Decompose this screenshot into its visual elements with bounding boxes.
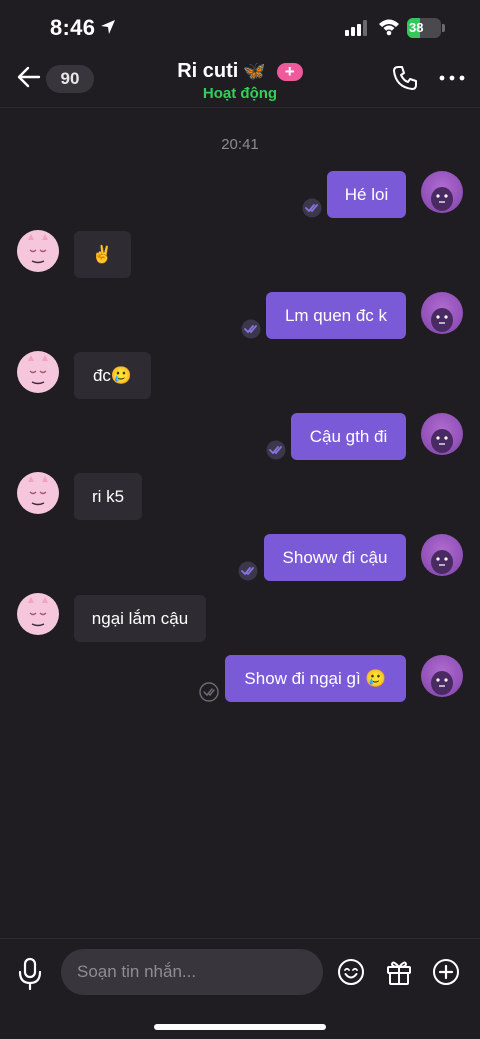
my-avatar[interactable] [421, 534, 463, 576]
contact-avatar[interactable] [17, 230, 59, 272]
chat-header: 90 Ri cuti 🦋 + Hoạt động [0, 56, 480, 108]
contact-avatar[interactable] [17, 593, 59, 635]
contact-name: Ri cuti [177, 60, 239, 82]
battery-indicator: 38 [407, 18, 445, 38]
message-bubble-incoming[interactable]: đc🥲 [74, 352, 151, 399]
read-receipt-icon [266, 440, 286, 460]
emoji-icon[interactable] [337, 958, 365, 986]
phone-icon[interactable] [392, 65, 418, 91]
home-indicator[interactable] [154, 1024, 326, 1030]
message-bubble-outgoing[interactable]: Hé loi [327, 171, 406, 218]
contact-avatar[interactable] [17, 472, 59, 514]
contact-avatar[interactable] [17, 351, 59, 393]
cellular-signal-icon [345, 20, 367, 36]
message-bubble-outgoing[interactable]: Cậu gth đi [291, 413, 406, 460]
message-bubble-incoming[interactable]: ✌️ [74, 231, 131, 278]
my-avatar[interactable] [421, 171, 463, 213]
message-input[interactable] [61, 949, 323, 995]
read-receipt-icon [238, 561, 258, 581]
my-avatar[interactable] [421, 292, 463, 334]
message-bubble-outgoing[interactable]: Showw đi cậu [264, 534, 406, 581]
message-bubble-outgoing[interactable]: Show đi ngại gì 🥲 [225, 655, 406, 702]
read-receipt-icon [241, 319, 261, 339]
read-receipt-icon [302, 198, 322, 218]
more-options-icon[interactable] [438, 65, 466, 91]
time-divider: 20:41 [221, 136, 259, 153]
my-avatar[interactable] [421, 413, 463, 455]
add-friend-badge[interactable]: + [276, 62, 303, 81]
butterfly-emoji: 🦋 [243, 61, 266, 81]
message-bubble-incoming[interactable]: ngại lắm cậu [74, 595, 206, 642]
battery-percent: 38 [409, 20, 424, 35]
message-bubble-incoming[interactable]: ri k5 [74, 473, 142, 520]
status-bar: 8:46 38 [0, 0, 480, 56]
my-avatar[interactable] [421, 655, 463, 697]
gift-icon[interactable] [385, 958, 413, 986]
message-bubble-outgoing[interactable]: Lm quen đc k [266, 292, 406, 339]
sent-receipt-icon [199, 682, 219, 702]
wifi-icon [379, 19, 399, 36]
status-time: 8:46 [50, 15, 96, 40]
add-circle-icon[interactable] [432, 958, 460, 986]
microphone-icon[interactable] [16, 957, 44, 991]
location-arrow-icon [101, 20, 115, 34]
